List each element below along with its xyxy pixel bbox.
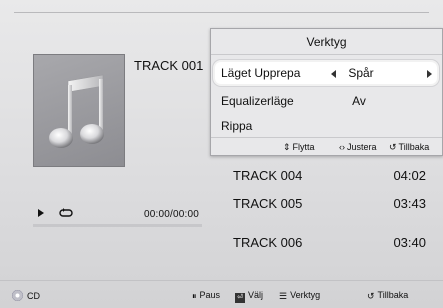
updown-arrows-icon: ⇕: [283, 142, 291, 152]
source-label: CD: [27, 291, 40, 301]
hint-label: Tillbaka: [398, 142, 430, 152]
hint-label: Justera: [347, 142, 377, 152]
hint-adjust: ‹› Justera: [339, 142, 377, 152]
leftright-arrows-icon: ‹›: [339, 142, 345, 152]
track-duration: 03:43: [393, 196, 426, 211]
cd-icon: [12, 290, 23, 301]
menu-item-label: Rippa: [221, 119, 253, 133]
arrow-right-icon[interactable]: [427, 70, 432, 78]
return-icon: ↺: [367, 291, 375, 301]
popup-title: Verktyg: [211, 29, 442, 55]
tools-key-icon: ☰: [279, 291, 288, 301]
top-divider: [14, 12, 429, 13]
menu-item-value: Spår: [348, 66, 374, 80]
menu-item-repeat-mode[interactable]: Läget Upprepa Spår: [213, 60, 439, 86]
music-note-icon: [49, 74, 104, 148]
enter-key-icon: ⏎: [235, 293, 245, 303]
source-indicator: CD: [12, 290, 40, 301]
select-button[interactable]: ⏎ Välj: [235, 290, 263, 303]
menu-item-label: Equalizerläge: [221, 94, 294, 108]
menu-item-label: Läget Upprepa: [221, 66, 301, 80]
menu-item-rip[interactable]: Rippa: [211, 113, 442, 139]
list-item[interactable]: TRACK 004 04:02: [230, 168, 430, 192]
hint-back: ↺ Tillbaka: [389, 142, 429, 153]
button-label: Välj: [248, 290, 264, 300]
button-label: Paus: [199, 290, 221, 300]
album-art: [33, 54, 125, 167]
arrow-left-icon[interactable]: [331, 70, 336, 78]
list-item[interactable]: TRACK 006 03:40: [230, 235, 430, 259]
track-name: TRACK 004: [233, 168, 303, 183]
track-name: TRACK 006: [233, 235, 303, 250]
track-duration: 04:02: [393, 168, 426, 183]
track-duration: 03:40: [393, 235, 426, 250]
return-icon: ↺: [389, 142, 397, 152]
repeat-icon[interactable]: [59, 208, 73, 218]
popup-hint-bar: ⇕ Flytta ‹› Justera ↺ Tillbaka: [211, 137, 442, 155]
button-label: Verktyg: [290, 290, 321, 300]
now-playing-title: TRACK 001: [134, 58, 204, 73]
menu-item-equalizer[interactable]: Equalizerläge Av: [211, 88, 442, 114]
back-button[interactable]: ↺ Tillbaka: [367, 290, 408, 302]
progress-bar[interactable]: [33, 224, 202, 227]
pause-key-icon: ⏸: [192, 291, 197, 301]
hint-move: ⇕ Flytta: [283, 142, 315, 153]
playback-time: 00:00/00:00: [144, 209, 200, 220]
bottom-divider: [0, 280, 443, 281]
tools-button[interactable]: ☰ Verktyg: [279, 290, 320, 302]
track-name: TRACK 005: [233, 196, 303, 211]
tools-popup: Verktyg Läget Upprepa Spår Equalizerläge…: [210, 28, 443, 156]
hint-label: Flytta: [292, 142, 315, 152]
menu-item-value: Av: [352, 94, 366, 108]
pause-button[interactable]: ⏸ Paus: [192, 290, 220, 302]
play-icon[interactable]: [37, 208, 45, 218]
music-player-screen: TRACK 001 00:00/00:00 TRACK 004 04:02 TR…: [0, 0, 443, 308]
list-item[interactable]: TRACK 005 03:43: [230, 196, 430, 220]
button-label: Tillbaka: [377, 290, 409, 300]
